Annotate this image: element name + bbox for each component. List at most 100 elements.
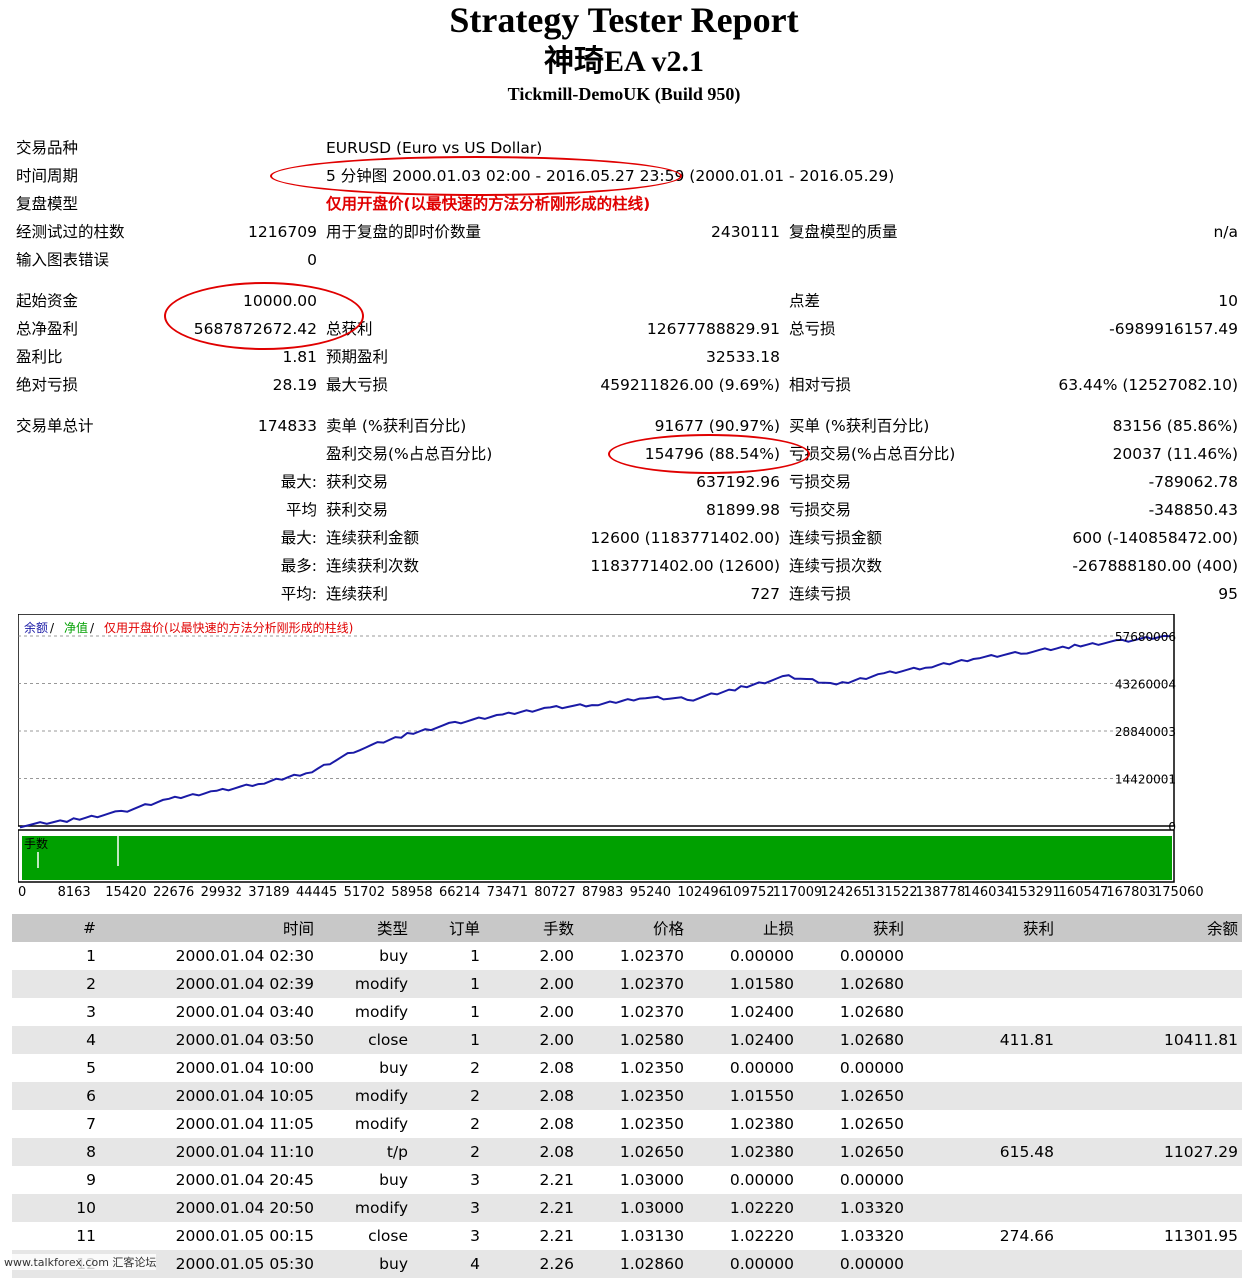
x-tick-label: 37189 <box>248 885 290 900</box>
trade-cell: buy <box>318 1250 412 1278</box>
trade-cell: 5 <box>86 1059 96 1077</box>
trade-cell <box>908 1166 1058 1194</box>
trade-cell: 10 <box>12 1194 100 1222</box>
x-tick-label: 131522 <box>867 885 918 900</box>
trade-cell: 2 <box>470 1115 480 1133</box>
trade-cell: 2.00 <box>539 1003 574 1021</box>
trade-cell: 11027.29 <box>1058 1138 1242 1166</box>
trades-header-row: # 时间 类型 订单 手数 价格 止损 获利 获利 余额 <box>12 914 1242 942</box>
trade-cell: t/p <box>318 1138 412 1166</box>
trade-cell: 3 <box>470 1227 480 1245</box>
x-tick-label: 58958 <box>391 885 433 900</box>
trade-cell: modify <box>318 1194 412 1222</box>
spread-value: 10 <box>1218 292 1238 310</box>
x-tick-label: 146034 <box>963 885 1013 900</box>
trade-cell: 2.26 <box>484 1250 578 1278</box>
avg-consec-loss-label: 连续亏损 <box>789 585 852 603</box>
x-tick-label: 22676 <box>152 885 195 900</box>
trade-cell: 2000.01.04 03:40 <box>175 1003 314 1021</box>
trade-cell <box>1058 1110 1242 1138</box>
trade-cell <box>908 1194 1058 1222</box>
trade-cell: 2.21 <box>539 1227 574 1245</box>
trade-cell: 2000.01.04 11:10 <box>100 1138 318 1166</box>
trade-cell: 1 <box>412 970 484 998</box>
watermark: www.talkforex.com 汇客论坛 <box>4 1254 157 1270</box>
gross-profit-value: 12677788829.91 <box>646 320 780 338</box>
ea-name: 神琦EA v2.1 <box>543 45 705 78</box>
trade-cell <box>1058 942 1242 970</box>
stats-row-largest: 最大: 获利交易 637192.96 亏损交易 -789062.78 <box>0 468 1248 496</box>
trade-row: 1 2000.01.04 02:30 buy 1 2.00 1.02370 0.00000 0… <box>12 942 1242 970</box>
trade-cell <box>1058 1166 1242 1194</box>
x-tick-label: 51702 <box>343 885 385 900</box>
legend-equity: 净值 <box>64 620 88 635</box>
trades-header-cell: 时间 <box>100 914 318 942</box>
trade-cell: 1.01550 <box>688 1082 798 1110</box>
trade-cell: 1.02680 <box>798 970 908 998</box>
trade-cell <box>908 970 1058 998</box>
trade-row: 8 2000.01.04 11:10 t/p 2 2.08 1.02650 1.02380 1… <box>12 1138 1242 1166</box>
trade-cell: 1 <box>470 947 480 965</box>
trade-row: 7 2000.01.04 11:05 modify 2 2.08 1.02350 1.023… <box>12 1110 1242 1138</box>
max-drawdown-value: 459211826.00 (9.69%) <box>600 376 780 394</box>
trade-cell: 0.00000 <box>729 1059 794 1077</box>
trade-cell: 0.00000 <box>839 1059 904 1077</box>
trade-cell: 1.02650 <box>839 1115 904 1133</box>
x-tick-label: 8163 <box>57 885 91 900</box>
trade-cell: 11301.95 <box>1164 1227 1238 1245</box>
trade-cell: 3 <box>86 1003 96 1021</box>
stats-row-average: 平均 获利交易 81899.98 亏损交易 -348850.43 <box>0 496 1248 524</box>
trade-cell <box>1058 970 1242 998</box>
trade-cell: 4 <box>412 1250 484 1278</box>
loss-trades-value: 20037 (11.46%) <box>1112 445 1238 463</box>
ticks-label: 用于复盘的即时价数量 <box>326 223 482 241</box>
max-consec-win-value: 12600 (1183771402.00) <box>590 529 780 547</box>
errors-value: 0 <box>307 251 317 269</box>
trade-cell <box>1058 1054 1242 1082</box>
trade-cell: 1.02380 <box>688 1138 798 1166</box>
trade-row: 9 2000.01.04 20:45 buy 3 2.21 1.03000 0.00000 0… <box>12 1166 1242 1194</box>
lots-bars <box>22 836 1172 880</box>
y-tick-label: 14420001 <box>1115 773 1176 787</box>
trade-cell: 1.02860 <box>578 1250 688 1278</box>
avg-consec-win-value: 727 <box>750 585 780 603</box>
most-consec-win-value: 1183771402.00 (12600) <box>590 557 780 575</box>
gross-loss-value: -6989916157.49 <box>1109 320 1238 338</box>
trade-cell: 3 <box>412 1194 484 1222</box>
trade-cell: 411.81 <box>908 1026 1058 1054</box>
annotation-oval-profit-trades <box>608 434 810 474</box>
trades-header-cell: 订单 <box>412 914 484 942</box>
profit-trades-label: 盈利交易(%占总百分比) <box>326 445 493 463</box>
x-tick-label: 87983 <box>581 885 624 900</box>
long-positions-value: 83156 (85.86%) <box>1112 417 1238 435</box>
max-consec-win-label: 连续获利金额 <box>326 529 420 547</box>
trade-cell: 2 <box>12 970 100 998</box>
total-trades-label: 交易单总计 <box>16 417 94 435</box>
abs-drawdown-value: 28.19 <box>272 376 317 394</box>
trade-cell: 2000.01.04 10:00 <box>175 1059 314 1077</box>
trade-cell <box>908 942 1058 970</box>
period-label: 时间周期 <box>16 167 79 185</box>
profit-factor-label: 盈利比 <box>16 348 63 366</box>
trade-cell: close <box>368 1227 408 1245</box>
server-name: Tickmill-DemoUK (Build 950) <box>507 84 741 104</box>
trade-cell: 1.02400 <box>688 1026 798 1054</box>
trade-cell: 1.01580 <box>688 970 798 998</box>
stats-row-max-consec: 最大: 连续获利金额 12600 (1183771402.00) 连续亏损金额 … <box>0 524 1248 552</box>
trade-cell <box>1058 1250 1242 1278</box>
net-profit-label: 总净盈利 <box>16 320 79 338</box>
trade-row: 3 2000.01.04 03:40 modify 1 2.00 1.02370 1.024… <box>12 998 1242 1026</box>
stats-row-most-consec: 最多: 连续获利次数 1183771402.00 (12600) 连续亏损次数 … <box>0 552 1248 580</box>
trade-cell: buy <box>379 1059 408 1077</box>
trade-cell: 1.02680 <box>839 1003 904 1021</box>
bars-value: 1216709 <box>247 223 317 241</box>
x-tick-label: 153291 <box>1010 885 1061 900</box>
trade-cell: buy <box>379 1171 408 1189</box>
x-tick-label: 0 <box>18 885 27 900</box>
trade-row: 6 2000.01.04 10:05 modify 2 2.08 1.02350 1.015… <box>12 1082 1242 1110</box>
largest-loss-label: 亏损交易 <box>789 473 852 491</box>
x-tick-label: 160547 <box>1058 885 1109 900</box>
trade-cell: 2000.01.04 20:45 <box>175 1171 314 1189</box>
info-row-symbol: 交易品种 EURUSD (Euro vs US Dollar) <box>0 134 1248 162</box>
most-consec-loss-label: 连续亏损次数 <box>789 557 883 575</box>
